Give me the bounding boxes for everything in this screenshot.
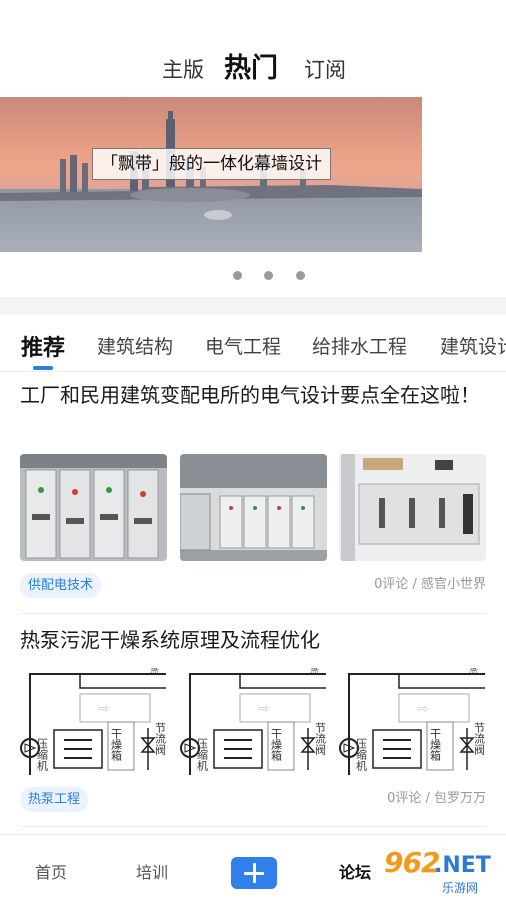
nav-training[interactable]: 培训 — [136, 859, 168, 883]
add-post-button[interactable] — [231, 857, 277, 889]
category-tab-bar: 推荐 建筑结构 电气工程 给排水工程 建筑设计 — [0, 315, 506, 372]
valve-label: 节流阀 — [473, 722, 486, 756]
switchgear-room-photo[interactable] — [180, 454, 327, 561]
article-meta: 0评论 / 感官小世界 — [374, 577, 486, 592]
tab-subscribe[interactable]: 订阅 — [304, 54, 346, 84]
svg-text:⇨: ⇨ — [98, 701, 110, 717]
switchgear-photo[interactable] — [20, 454, 167, 561]
article-meta: 0评论 / 包罗万万 — [387, 791, 486, 806]
dryer-label: 干燥箱 — [270, 728, 283, 762]
watermark-sub: 乐游网 — [442, 881, 479, 895]
watermark-net: .NET — [434, 853, 491, 878]
corner-label: 蒸 — [150, 668, 159, 675]
banner-carousel[interactable]: 「飘带」般的一体化幕墙设计 — [0, 97, 422, 252]
divider — [20, 826, 486, 827]
watermark-logo: 962 .NET 乐游网 — [370, 846, 506, 900]
article-tag[interactable]: 热泵工程 — [20, 787, 89, 812]
nav-forum[interactable]: 论坛 — [339, 859, 371, 883]
valve-label: 节流阀 — [154, 722, 167, 756]
corner-label: 蒸 — [310, 668, 319, 675]
svg-text:⇨: ⇨ — [258, 701, 270, 717]
nav-home[interactable]: 首页 — [35, 859, 67, 883]
heat-pump-diagram[interactable]: ⇨ 压缩机 干燥箱 节流阀 蒸 — [20, 668, 167, 775]
tab-water[interactable]: 给排水工程 — [312, 332, 407, 359]
compressor-label: 压缩机 — [355, 738, 368, 771]
section-divider — [0, 297, 506, 315]
banner-caption: 「飘带」般的一体化幕墙设计 — [92, 148, 331, 180]
article-title[interactable]: 热泵污泥干燥系统原理及流程优化 — [20, 625, 490, 655]
carousel-dot[interactable] — [233, 271, 242, 280]
tab-building-structure[interactable]: 建筑结构 — [97, 332, 173, 359]
tab-architecture[interactable]: 建筑设计 — [440, 332, 506, 359]
article-tag[interactable]: 供配电技术 — [20, 573, 102, 598]
tab-main[interactable]: 主版 — [162, 54, 204, 84]
tab-electrical[interactable]: 电气工程 — [205, 332, 281, 359]
tab-hot[interactable]: 热门 — [224, 46, 278, 85]
compressor-label: 压缩机 — [196, 738, 209, 771]
electrical-cabinet-photo[interactable] — [339, 454, 486, 561]
dryer-label: 干燥箱 — [110, 728, 123, 762]
divider — [20, 613, 486, 614]
top-tab-bar: 主版 热门 订阅 — [0, 44, 506, 94]
carousel-dot[interactable] — [296, 271, 305, 280]
article-title[interactable]: 工厂和民用建筑变配电所的电气设计要点全在这啦！ — [20, 380, 490, 410]
carousel-dot[interactable] — [264, 271, 273, 280]
svg-text:⇨: ⇨ — [417, 701, 429, 717]
plus-icon — [252, 863, 256, 883]
active-tab-indicator — [33, 366, 53, 370]
heat-pump-diagram[interactable]: ⇨ 压缩机 干燥箱 节流阀 蒸 — [180, 668, 327, 775]
compressor-label: 压缩机 — [36, 738, 49, 771]
watermark-number: 962 — [384, 846, 440, 879]
corner-label: 蒸 — [469, 668, 478, 675]
valve-label: 节流阀 — [314, 722, 327, 756]
carousel-indicator — [230, 271, 310, 281]
dryer-label: 干燥箱 — [429, 728, 442, 762]
tab-recommend[interactable]: 推荐 — [21, 330, 65, 362]
heat-pump-diagram[interactable]: ⇨ 压缩机 干燥箱 节流阀 蒸 — [339, 668, 486, 775]
